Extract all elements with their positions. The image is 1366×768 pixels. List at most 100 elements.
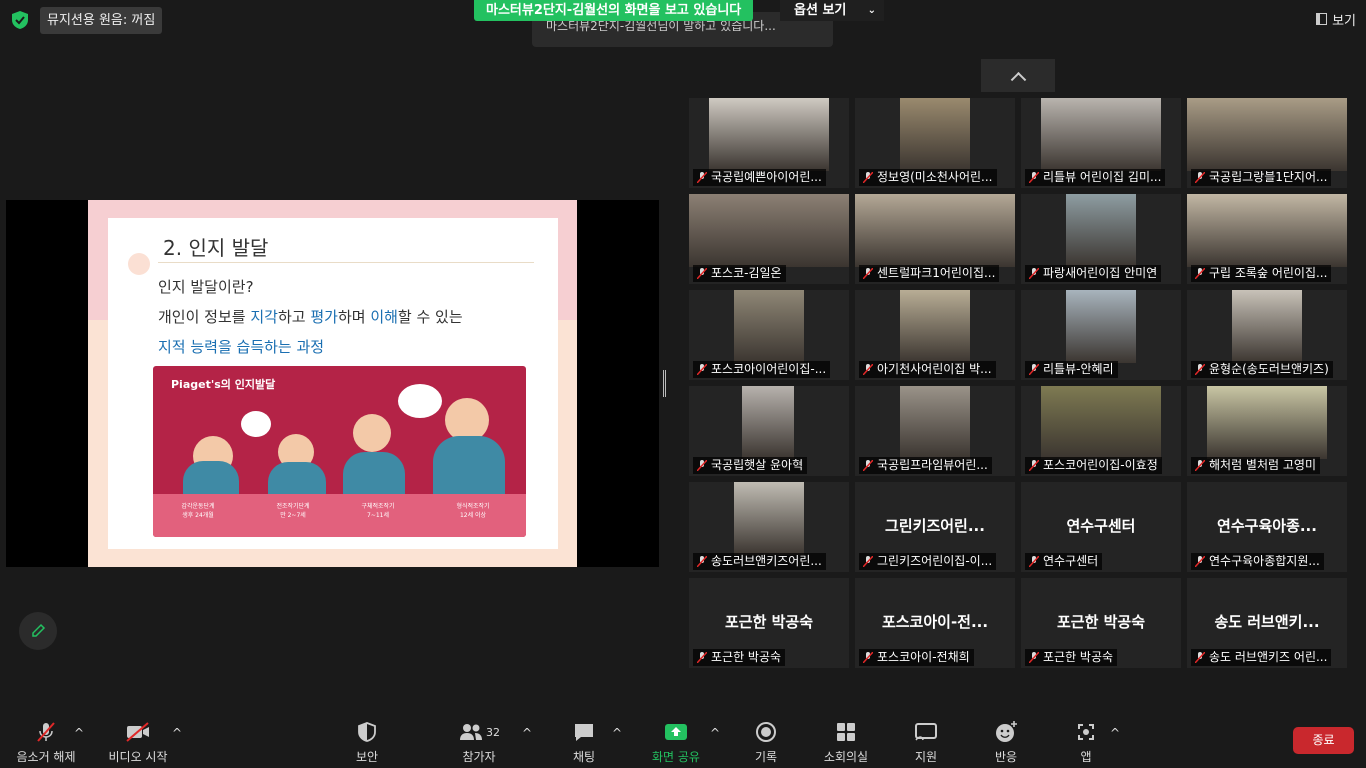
participant-display-name: 포스코아이-전... bbox=[881, 613, 989, 631]
participant-name: 포근한 박공숙 bbox=[693, 649, 786, 666]
participant-tile[interactable]: 구립 조록숲 어린이집... bbox=[1187, 194, 1347, 284]
participant-tile[interactable]: 그린키즈어린... 그린키즈어린이집-이... bbox=[855, 482, 1015, 572]
participant-video bbox=[742, 386, 794, 459]
record-button[interactable]: 기록 bbox=[748, 720, 784, 766]
participant-name: 국공립예쁜아이어린... bbox=[693, 169, 826, 186]
participant-tile[interactable]: 국공립예쁜아이어린... bbox=[689, 98, 849, 188]
participant-name: 그린키즈어린이집-이... bbox=[859, 553, 997, 570]
participant-tile[interactable]: 아기천사어린이집 박... bbox=[855, 290, 1015, 380]
participant-name: 리틀뷰 어린이집 김미... bbox=[1025, 169, 1166, 186]
participant-tile[interactable]: 포근한 박공숙 포근한 박공숙 bbox=[1021, 578, 1181, 668]
participant-video bbox=[734, 482, 804, 555]
decor-circle bbox=[128, 253, 150, 275]
presentation-slide: 2. 인지 발달 인지 발달이란? 개인이 정보를 지각하고 평가하며 이해할 … bbox=[88, 200, 577, 567]
participant-tile[interactable]: 송도 러브앤키... 송도 러브앤키즈 어린... bbox=[1187, 578, 1347, 668]
participant-tile[interactable]: 리틀뷰 어린이집 김미... bbox=[1021, 98, 1181, 188]
mic-muted-icon bbox=[1029, 268, 1039, 279]
participant-tile[interactable]: 포스코어린이집-이효정 bbox=[1021, 386, 1181, 476]
participants-icon bbox=[460, 724, 482, 740]
view-options-button[interactable]: 옵션 보기 ⌄ bbox=[780, 0, 884, 21]
collapse-gallery-button[interactable] bbox=[981, 59, 1055, 92]
apps-icon bbox=[1078, 724, 1094, 740]
view-button[interactable]: 보기 bbox=[1316, 9, 1356, 29]
mic-muted-icon bbox=[697, 652, 707, 663]
music-mode-status[interactable]: 뮤지션용 원음: 꺼짐 bbox=[40, 7, 163, 34]
participant-tile[interactable]: 국공립프라임뷰어린... bbox=[855, 386, 1015, 476]
participant-video bbox=[1232, 290, 1302, 363]
mic-muted-icon bbox=[697, 556, 707, 567]
participant-display-name: 포근한 박공숙 bbox=[724, 613, 814, 631]
participant-tile[interactable]: 포스코아이어린이집-... bbox=[689, 290, 849, 380]
participant-count: 32 bbox=[486, 725, 500, 739]
record-icon bbox=[756, 722, 776, 742]
chat-button[interactable]: 채팅 bbox=[566, 720, 602, 766]
participant-tile[interactable]: 파랑새어린이집 안미연 bbox=[1021, 194, 1181, 284]
participant-name: 연수구센터 bbox=[1025, 553, 1103, 570]
participant-tile[interactable]: 송도러브앤키즈어린... bbox=[689, 482, 849, 572]
participant-video bbox=[1041, 98, 1161, 171]
participant-name: 송도 러브앤키즈 어린... bbox=[1191, 649, 1332, 666]
end-meeting-button[interactable]: 종료 bbox=[1293, 727, 1354, 754]
participant-name: 정보영(미소천사어린... bbox=[859, 169, 997, 186]
chevron-up-icon[interactable]: ^ bbox=[612, 726, 622, 740]
participant-video bbox=[734, 290, 804, 363]
mic-muted-icon bbox=[863, 268, 873, 279]
slide-content: 2. 인지 발달 인지 발달이란? 개인이 정보를 지각하고 평가하며 이해할 … bbox=[108, 218, 558, 549]
breakout-rooms-button[interactable]: 소회의실 bbox=[818, 720, 874, 766]
mic-muted-icon bbox=[1029, 556, 1039, 567]
mic-muted-icon bbox=[697, 268, 707, 279]
participant-display-name: 연수구육아종... bbox=[1217, 517, 1317, 535]
participant-name: 아기천사어린이집 박... bbox=[859, 361, 996, 378]
participant-tile[interactable]: 연수구육아종... 연수구육아종합지원... bbox=[1187, 482, 1347, 572]
participant-tile[interactable]: 포근한 박공숙 포근한 박공숙 bbox=[689, 578, 849, 668]
participant-tile[interactable]: 국공립햇살 윤아혁 bbox=[689, 386, 849, 476]
annotate-button[interactable] bbox=[19, 612, 57, 650]
apps-button[interactable]: 앱 bbox=[1070, 720, 1102, 766]
slide-title: 2. 인지 발달 bbox=[163, 236, 269, 260]
mic-muted-icon bbox=[697, 364, 707, 375]
chevron-up-icon[interactable]: ^ bbox=[1110, 726, 1120, 740]
video-off-icon bbox=[126, 722, 149, 742]
start-video-button[interactable]: 비디오 시작 bbox=[104, 720, 172, 766]
participant-tile[interactable]: 포스코-김일온 bbox=[689, 194, 849, 284]
share-screen-button[interactable]: 화면 공유 bbox=[646, 720, 706, 766]
participant-tile[interactable]: 윤형순(송도러브앤키즈) bbox=[1187, 290, 1347, 380]
security-shield-icon bbox=[358, 722, 376, 742]
participant-tile[interactable]: 국공립그랑블1단지어... bbox=[1187, 98, 1347, 188]
participant-tile[interactable]: 포스코아이-전... 포스코아이-전채희 bbox=[855, 578, 1015, 668]
mic-muted-icon bbox=[1195, 364, 1205, 375]
participants-button[interactable]: 32 참가자 bbox=[448, 720, 510, 766]
mic-muted-icon bbox=[863, 556, 873, 567]
shield-icon[interactable] bbox=[10, 10, 30, 30]
pencil-icon bbox=[32, 623, 46, 637]
participant-name: 포스코어린이집-이효정 bbox=[1025, 457, 1162, 474]
view-label: 보기 bbox=[1332, 13, 1356, 29]
participant-display-name: 연수구센터 bbox=[1066, 517, 1136, 535]
chevron-up-icon bbox=[1010, 71, 1026, 88]
chevron-up-icon[interactable]: ^ bbox=[522, 726, 532, 740]
mic-muted-icon bbox=[1195, 652, 1205, 663]
participant-tile[interactable]: 정보영(미소천사어린... bbox=[855, 98, 1015, 188]
security-button[interactable]: 보안 bbox=[347, 720, 387, 766]
chat-icon bbox=[575, 724, 593, 741]
participant-tile[interactable]: 해처럼 별처럼 고영미 bbox=[1187, 386, 1347, 476]
participant-name: 포스코아이-전채희 bbox=[859, 649, 974, 666]
view-options-label: 옵션 보기 bbox=[794, 3, 847, 18]
participant-tile[interactable]: 센트럴파크1어린이집... bbox=[855, 194, 1015, 284]
piaget-illustration: Piaget's의 인지발달 감각운동단계 생후 24개월 전조작기단계 만 2~7… bbox=[153, 366, 526, 537]
microphone-muted-icon bbox=[37, 722, 55, 742]
chevron-up-icon[interactable]: ^ bbox=[172, 726, 182, 740]
participant-name: 연수구육아종합지원... bbox=[1191, 553, 1324, 570]
chevron-up-icon[interactable]: ^ bbox=[74, 726, 84, 740]
mic-muted-icon bbox=[697, 460, 707, 471]
split-divider-handle[interactable] bbox=[663, 370, 666, 397]
reactions-button[interactable]: 반응 bbox=[988, 720, 1024, 766]
mic-muted-icon bbox=[863, 364, 873, 375]
unmute-button[interactable]: 음소거 해제 bbox=[14, 720, 78, 766]
mic-muted-icon bbox=[1029, 460, 1039, 471]
participant-tile[interactable]: 리틀뷰-안혜리 bbox=[1021, 290, 1181, 380]
chevron-up-icon[interactable]: ^ bbox=[710, 726, 720, 740]
participant-tile[interactable]: 연수구센터 연수구센터 bbox=[1021, 482, 1181, 572]
participant-video bbox=[1066, 194, 1136, 267]
support-button[interactable]: 지원 bbox=[908, 720, 944, 766]
